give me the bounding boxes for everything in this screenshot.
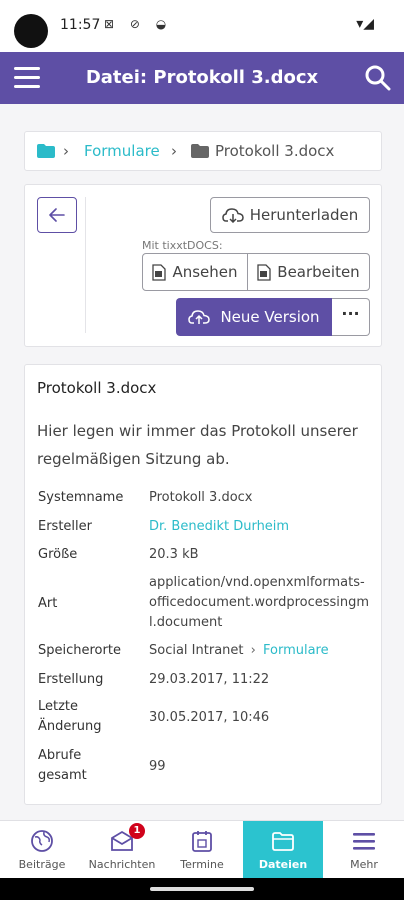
detail-value: Protokoll 3.docx	[149, 490, 253, 505]
folder-icon	[37, 144, 55, 158]
breadcrumb-folder-link[interactable]: Formulare	[84, 142, 160, 160]
nav-item-dateien[interactable]: Dateien	[243, 821, 323, 879]
search-icon[interactable]	[364, 64, 392, 92]
bottom-navigation: Beiträge 1 Nachrichten Termine Dateien M…	[0, 820, 404, 879]
new-version-button[interactable]: Neue Version	[176, 298, 332, 336]
download-button[interactable]: Herunterladen	[210, 197, 370, 233]
status-signal-icons: ▾◢	[356, 16, 374, 32]
chevron-right-icon: ›	[171, 142, 177, 160]
app-bar: Datei: Protokoll 3.docx	[0, 52, 404, 104]
cloud-upload-icon	[188, 310, 211, 324]
nav-item-termine[interactable]: Termine	[162, 821, 242, 879]
divider	[85, 197, 86, 333]
file-details-card: Protokoll 3.docx Hier legen wir immer da…	[24, 364, 382, 805]
download-label: Herunterladen	[249, 206, 359, 224]
location-root: Social Intranet	[149, 643, 244, 658]
folder-icon	[191, 144, 209, 158]
detail-label: Größe	[38, 547, 78, 562]
cloud-download-icon	[221, 208, 244, 223]
nav-label: Termine	[180, 858, 224, 871]
unread-badge: 1	[129, 823, 145, 839]
menu-icon	[353, 833, 375, 850]
location-folder-link[interactable]: Formulare	[263, 643, 329, 658]
edit-label: Bearbeiten	[277, 263, 360, 281]
detail-value: 99	[149, 759, 166, 774]
nav-label: Mehr	[350, 858, 378, 871]
detail-value: 29.03.2017, 11:22	[149, 672, 270, 687]
back-button[interactable]	[37, 197, 77, 233]
nav-label: Nachrichten	[88, 858, 156, 871]
nav-item-mehr[interactable]: Mehr	[324, 821, 404, 879]
detail-label: Abrufe gesamt	[38, 748, 87, 783]
word-document-icon	[152, 263, 167, 281]
nav-label: Beiträge	[18, 858, 66, 871]
chevron-right-icon: ›	[250, 643, 256, 658]
detail-label: Ersteller	[38, 519, 92, 534]
word-document-icon	[257, 263, 271, 281]
globe-icon	[31, 830, 53, 852]
detail-label: Speicherorte	[38, 643, 121, 658]
more-options-button[interactable]: ···	[332, 298, 370, 336]
breadcrumb-current: Protokoll 3.docx	[215, 142, 335, 160]
view-label: Ansehen	[172, 263, 238, 281]
arrow-left-icon	[49, 208, 65, 222]
detail-value: 30.05.2017, 10:46	[149, 710, 270, 725]
view-button[interactable]: Ansehen	[142, 253, 248, 291]
new-version-label: Neue Version	[220, 308, 320, 326]
page-title: Datei: Protokoll 3.docx	[85, 67, 319, 88]
file-title: Protokoll 3.docx	[37, 379, 157, 397]
nav-label: Dateien	[258, 858, 308, 871]
home-gesture-handle[interactable]	[150, 887, 254, 891]
camera-cutout	[14, 14, 48, 48]
detail-label: Systemname	[38, 490, 124, 505]
main-content: › Formulare › Protokoll 3.docx Herunterl…	[0, 104, 404, 820]
location-value: Social Intranet › Formulare	[149, 641, 329, 661]
actions-card: Herunterladen Mit tixxtDOCS: Ansehen Bea…	[24, 184, 382, 347]
calendar-icon	[192, 831, 212, 852]
chevron-right-icon: ›	[63, 142, 69, 160]
edit-button[interactable]: Bearbeiten	[247, 253, 370, 291]
detail-label: Letzte Änderung	[38, 699, 102, 734]
status-time: 11:57	[60, 17, 101, 33]
detail-value: 20.3 kB	[149, 547, 199, 562]
detail-label: Erstellung	[38, 672, 104, 687]
file-description: Hier legen wir immer das Protokoll unser…	[37, 422, 358, 468]
nav-item-nachrichten[interactable]: 1 Nachrichten	[82, 821, 162, 879]
tixxtdocs-label: Mit tixxtDOCS:	[142, 239, 223, 252]
nav-item-beitraege[interactable]: Beiträge	[2, 821, 82, 879]
creator-link[interactable]: Dr. Benedikt Durheim	[149, 517, 289, 537]
breadcrumb: › Formulare › Protokoll 3.docx	[24, 131, 382, 171]
folder-icon	[272, 832, 294, 851]
detail-label: Art	[38, 596, 58, 611]
system-gesture-bar	[0, 878, 404, 900]
detail-value: application/vnd.openxmlformats-officedoc…	[149, 575, 370, 630]
status-notification-icons: ⊠ ⊘ ◒	[104, 17, 173, 31]
status-bar: 11:57 ⊠ ⊘ ◒ ▾◢	[0, 0, 404, 52]
